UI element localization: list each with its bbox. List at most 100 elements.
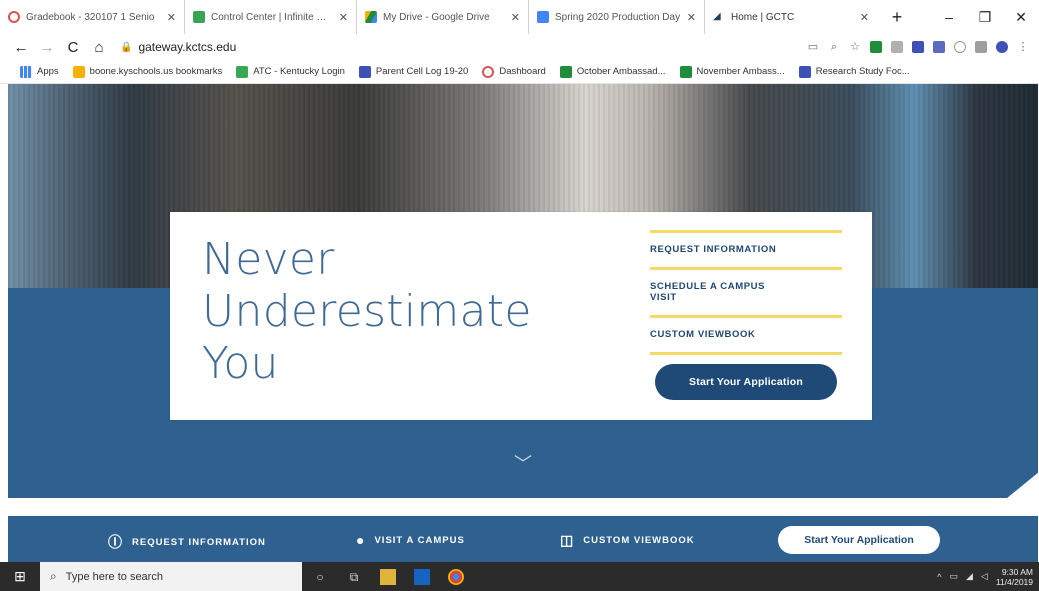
bookmark-october[interactable]: October Ambassad... — [559, 65, 666, 78]
bookmark-label: ATC - Kentucky Login — [253, 66, 345, 77]
volume-icon[interactable]: ◁ — [981, 571, 988, 582]
request-information-action[interactable]: ⓘ REQUEST INFORMATION — [108, 532, 266, 552]
clock-date: 11/4/2019 — [995, 576, 1033, 587]
bookmarks-bar: Apps boone.kyschools.us bookmarks ATC - … — [0, 60, 1039, 84]
bookmark-label: November Ambass... — [696, 66, 785, 77]
extension-gray-icon[interactable] — [891, 41, 903, 53]
restore-button[interactable]: ❐ — [967, 9, 1003, 26]
infinite-campus-favicon-icon — [193, 11, 205, 23]
tab-close-icon[interactable]: ✕ — [511, 11, 520, 24]
new-tab-button[interactable]: + — [887, 7, 907, 28]
taskbar-clock[interactable]: 9:30 AM 11/4/2019 — [996, 567, 1033, 587]
headline-line: Never — [202, 234, 335, 285]
tab-google-drive[interactable]: My Drive - Google Drive ✕ — [357, 0, 529, 34]
hero-card: Never Underestimate You REQUEST INFORMAT… — [170, 212, 872, 420]
action-label: VISIT A CAMPUS — [374, 534, 465, 546]
extension-clock-icon[interactable] — [954, 41, 966, 53]
bookmark-apps[interactable]: Apps — [20, 65, 59, 78]
bookmark-label: October Ambassad... — [576, 66, 666, 77]
reload-button[interactable]: C — [60, 39, 86, 56]
cortana-icon[interactable]: ○ — [312, 569, 328, 585]
bookmark-label: Research Study Foc... — [815, 66, 910, 77]
task-view-icon[interactable]: ⧉ — [346, 569, 362, 585]
forms-icon — [358, 65, 371, 78]
custom-viewbook-action[interactable]: ◫ CUSTOM VIEWBOOK — [560, 532, 695, 549]
bookmark-november[interactable]: November Ambass... — [679, 65, 785, 78]
tab-title: Gradebook - 320107 1 Senio — [26, 11, 155, 23]
forward-button[interactable]: → — [34, 39, 60, 56]
request-information-link[interactable]: REQUEST INFORMATION — [650, 233, 842, 267]
cast-icon[interactable]: ▭ — [807, 41, 819, 53]
system-tray: ^ ▭ ◢ ◁ 9:30 AM 11/4/2019 — [937, 562, 1033, 591]
gradebook-favicon-icon — [8, 11, 20, 23]
back-button[interactable]: ← — [8, 39, 34, 56]
tab-title: Home | GCTC — [731, 11, 795, 23]
tray-overflow-icon[interactable]: ^ — [937, 572, 941, 582]
bookmark-atc[interactable]: ATC - Kentucky Login — [236, 65, 345, 78]
bookmark-label: boone.kyschools.us bookmarks — [89, 66, 223, 77]
bookmark-star-icon[interactable]: ☆ — [849, 41, 861, 53]
folder-icon — [72, 65, 85, 78]
browser-tab-strip: Gradebook - 320107 1 Senio ✕ Control Cen… — [0, 0, 1039, 34]
tab-home-gctc[interactable]: ◢ Home | GCTC ✕ — [705, 0, 877, 34]
gold-divider — [650, 267, 842, 270]
extension-toolbar: ▭ ⌕ ☆ ⋮ — [807, 41, 1029, 53]
clock-time: 9:30 AM — [1001, 566, 1033, 577]
headline-line: You — [202, 338, 279, 389]
close-window-button[interactable]: ✕ — [1003, 9, 1039, 26]
address-bar: ← → C ⌂ 🔒 gateway.kctcs.edu ▭ ⌕ ☆ ⋮ — [0, 34, 1039, 60]
tab-title: Spring 2020 Production Day — [555, 11, 681, 23]
chrome-icon[interactable] — [448, 568, 464, 585]
headline-line: Underestimate — [202, 286, 532, 337]
hero-section: Never Underestimate You REQUEST INFORMAT… — [8, 84, 1038, 498]
gold-divider — [650, 230, 842, 233]
outlook-icon[interactable] — [414, 568, 430, 585]
lock-icon: 🔒 — [120, 41, 133, 53]
window-controls: – ❐ ✕ — [931, 0, 1039, 34]
action-label: CUSTOM VIEWBOOK — [583, 535, 695, 546]
tab-close-icon[interactable]: ✕ — [860, 11, 869, 24]
extension-grid-icon[interactable] — [975, 41, 987, 53]
apps-grid-icon — [20, 65, 32, 78]
url-text: gateway.kctcs.edu — [138, 40, 237, 54]
taskbar-apps: ○ ⧉ — [312, 568, 464, 585]
action-label: REQUEST INFORMATION — [132, 536, 266, 548]
menu-kebab-icon[interactable]: ⋮ — [1017, 41, 1029, 53]
custom-viewbook-link[interactable]: CUSTOM VIEWBOOK — [650, 318, 842, 352]
url-field[interactable]: 🔒 gateway.kctcs.edu — [120, 40, 807, 54]
search-placeholder: Type here to search — [65, 570, 163, 583]
extension-green-icon[interactable] — [870, 41, 882, 53]
battery-icon[interactable]: ▭ — [949, 571, 958, 582]
windows-start-icon[interactable]: ⊞ — [0, 562, 40, 591]
profile-avatar-icon[interactable] — [996, 41, 1008, 53]
bottom-start-application-button[interactable]: Start Your Application — [778, 526, 940, 554]
visit-campus-action[interactable]: ● VISIT A CAMPUS — [356, 532, 465, 548]
home-button[interactable]: ⌂ — [86, 39, 112, 56]
network-icon[interactable]: ◢ — [966, 571, 973, 582]
extension-blue-icon[interactable] — [912, 41, 924, 53]
taskbar-search-box[interactable]: ⌕ Type here to search — [40, 562, 302, 591]
start-application-button[interactable]: Start Your Application — [655, 364, 837, 400]
sheets-icon — [559, 65, 572, 78]
tab-close-icon[interactable]: ✕ — [167, 11, 176, 24]
bookmark-label: Parent Cell Log 19-20 — [375, 66, 469, 77]
tab-gradebook[interactable]: Gradebook - 320107 1 Senio ✕ — [0, 0, 185, 34]
tab-spring-production[interactable]: Spring 2020 Production Day ✕ — [529, 0, 705, 34]
bookmark-parent-cell-log[interactable]: Parent Cell Log 19-20 — [358, 65, 469, 78]
zoom-icon[interactable]: ⌕ — [828, 41, 840, 53]
sticky-action-bar: ⓘ REQUEST INFORMATION ● VISIT A CAMPUS ◫… — [8, 516, 1038, 562]
tab-control-center[interactable]: Control Center | Infinite Camp ✕ — [185, 0, 357, 34]
web-page: Never Underestimate You REQUEST INFORMAT… — [0, 84, 1039, 562]
file-explorer-icon[interactable] — [380, 568, 396, 585]
bookmark-label: Apps — [37, 66, 59, 77]
tab-close-icon[interactable]: ✕ — [339, 11, 348, 24]
extension-puzzle-icon[interactable] — [933, 41, 945, 53]
bookmark-dashboard[interactable]: Dashboard — [482, 65, 546, 78]
bookmark-research[interactable]: Research Study Foc... — [798, 65, 910, 78]
minimize-button[interactable]: – — [931, 9, 967, 25]
bookmark-boone[interactable]: boone.kyschools.us bookmarks — [72, 65, 223, 78]
scroll-down-chevron-icon[interactable]: ﹀ — [514, 450, 532, 476]
search-icon: ⌕ — [50, 569, 57, 583]
tab-close-icon[interactable]: ✕ — [687, 11, 696, 24]
schedule-campus-visit-link[interactable]: SCHEDULE A CAMPUS VISIT — [650, 270, 780, 315]
